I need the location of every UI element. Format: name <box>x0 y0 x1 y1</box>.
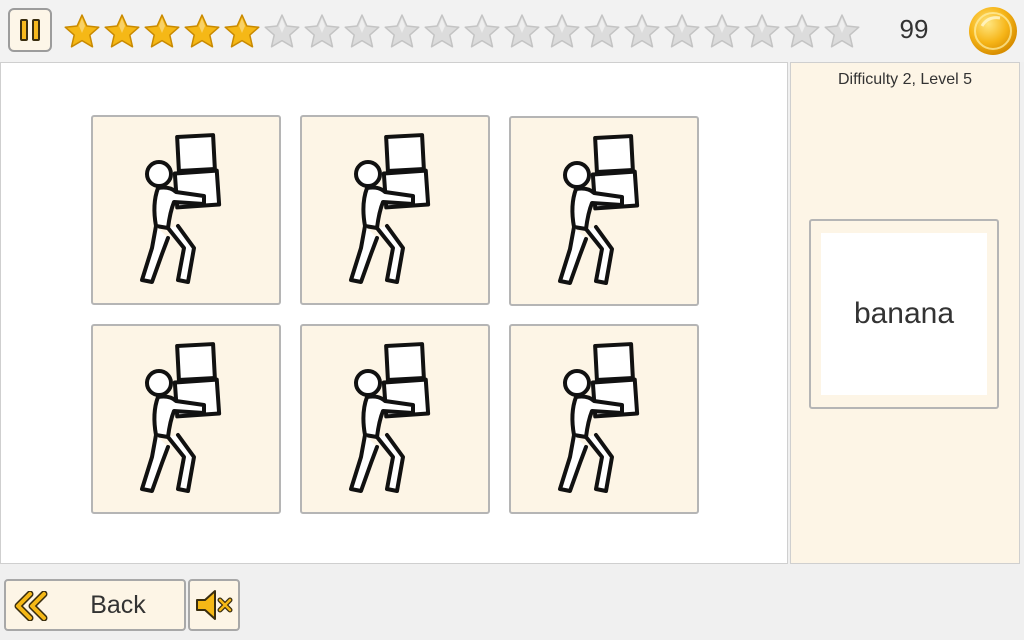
back-label: Back <box>90 591 146 619</box>
side-panel: Difficulty 2, Level 5 banana <box>790 62 1020 564</box>
double-chevron-left-icon <box>14 591 48 621</box>
star-empty-icon <box>262 10 302 52</box>
star-empty-icon <box>582 10 622 52</box>
person-carrying-boxes-icon <box>140 342 222 493</box>
back-button[interactable]: Back <box>4 579 186 631</box>
picture-card[interactable] <box>509 116 699 306</box>
star-empty-icon <box>382 10 422 52</box>
picture-card[interactable] <box>300 324 490 514</box>
star-progress <box>62 10 862 52</box>
star-empty-icon <box>702 10 742 52</box>
star-empty-icon <box>662 10 702 52</box>
person-carrying-boxes-icon <box>558 134 640 285</box>
top-bar: 99 <box>0 0 1024 62</box>
score-counter: 99 <box>899 14 929 44</box>
mute-button[interactable] <box>188 579 240 631</box>
star-filled-icon <box>222 10 262 52</box>
pause-icon <box>20 19 28 41</box>
star-empty-icon <box>422 10 462 52</box>
star-empty-icon <box>742 10 782 52</box>
star-empty-icon <box>542 10 582 52</box>
star-filled-icon <box>142 10 182 52</box>
star-empty-icon <box>342 10 382 52</box>
star-empty-icon <box>822 10 862 52</box>
person-carrying-boxes-icon <box>349 133 431 284</box>
star-empty-icon <box>302 10 342 52</box>
star-empty-icon <box>502 10 542 52</box>
star-filled-icon <box>182 10 222 52</box>
pause-button[interactable] <box>8 8 52 52</box>
star-filled-icon <box>102 10 142 52</box>
target-word: banana <box>821 233 987 395</box>
star-empty-icon <box>462 10 502 52</box>
coin-icon <box>969 7 1017 55</box>
pause-icon-bar <box>32 19 40 41</box>
star-filled-icon <box>62 10 102 52</box>
picture-card[interactable] <box>509 324 699 514</box>
target-word-card: banana <box>809 219 999 409</box>
level-label: Difficulty 2, Level 5 <box>838 71 972 88</box>
picture-card[interactable] <box>91 324 281 514</box>
person-carrying-boxes-icon <box>558 342 640 493</box>
star-empty-icon <box>782 10 822 52</box>
star-empty-icon <box>622 10 662 52</box>
picture-card[interactable] <box>91 115 281 305</box>
speaker-muted-icon <box>196 590 233 620</box>
person-carrying-boxes-icon <box>140 133 222 284</box>
person-carrying-boxes-icon <box>349 342 431 493</box>
game-board <box>0 62 788 564</box>
picture-card[interactable] <box>300 115 490 305</box>
